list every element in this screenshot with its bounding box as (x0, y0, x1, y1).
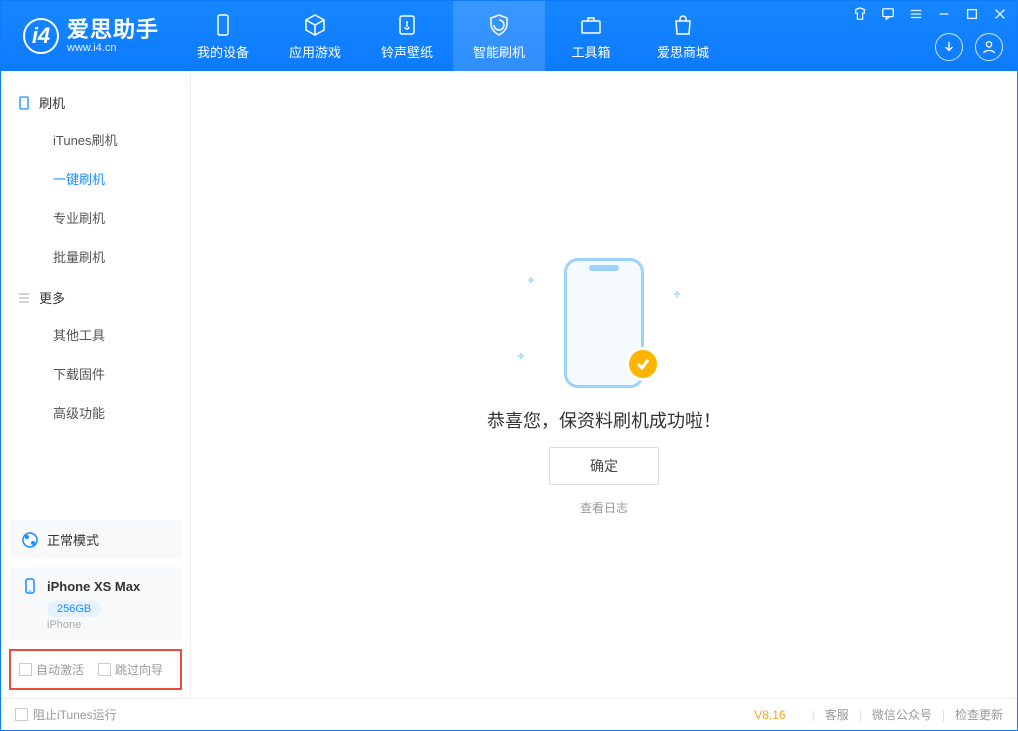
menu-icon[interactable] (907, 5, 925, 23)
device-type: iPhone (47, 619, 170, 631)
options-highlighted: 自动激活 跳过向导 (9, 649, 182, 690)
checkbox-icon (15, 708, 28, 721)
sidebar-item-download-firmware[interactable]: 下载固件 (1, 354, 190, 393)
check-update-link[interactable]: 检查更新 (955, 706, 1003, 723)
mode-card[interactable]: 正常模式 (9, 520, 182, 559)
shield-icon (486, 12, 512, 38)
device-name: iPhone XS Max (47, 579, 140, 594)
ok-button[interactable]: 确定 (549, 447, 659, 485)
tab-label: 爱思商城 (657, 42, 709, 61)
sidebar-bottom: 正常模式 iPhone XS Max 256GB iPhone 自动激活 (1, 512, 190, 698)
tab-toolbox[interactable]: 工具箱 (545, 1, 637, 71)
mode-icon (21, 531, 39, 549)
success-illustration (514, 253, 694, 393)
sidebar: 刷机 iTunes刷机 一键刷机 专业刷机 批量刷机 更多 其他工具 下载固件 … (1, 71, 191, 698)
device-card[interactable]: iPhone XS Max 256GB iPhone (9, 567, 182, 641)
sidebar-section-label: 更多 (39, 288, 65, 307)
cube-icon (302, 12, 328, 38)
app-name: 爱思助手 (67, 18, 159, 42)
check-skip-guide[interactable]: 跳过向导 (98, 661, 163, 678)
titlebar: i4 爱思助手 www.i4.cn 我的设备 应用游戏 铃声壁纸 智能刷机 (1, 1, 1017, 71)
success-check-icon (626, 347, 660, 381)
main-tabs: 我的设备 应用游戏 铃声壁纸 智能刷机 工具箱 爱思商城 (177, 1, 729, 71)
sidebar-item-oneclick-flash[interactable]: 一键刷机 (1, 159, 190, 198)
wechat-link[interactable]: 微信公众号 (872, 706, 932, 723)
user-icon[interactable] (975, 33, 1003, 61)
tab-ringtone[interactable]: 铃声壁纸 (361, 1, 453, 71)
skin-icon[interactable] (851, 5, 869, 23)
sparkle-icon (518, 353, 524, 359)
sidebar-section-label: 刷机 (39, 93, 65, 112)
tab-label: 应用游戏 (289, 42, 341, 61)
phone-icon (210, 12, 236, 38)
tab-my-device[interactable]: 我的设备 (177, 1, 269, 71)
bag-icon (670, 12, 696, 38)
check-block-itunes[interactable]: 阻止iTunes运行 (15, 706, 117, 723)
tab-flash[interactable]: 智能刷机 (453, 1, 545, 71)
check-auto-activate[interactable]: 自动激活 (19, 661, 84, 678)
briefcase-icon (578, 12, 604, 38)
tab-store[interactable]: 爱思商城 (637, 1, 729, 71)
maximize-icon[interactable] (963, 5, 981, 23)
logo: i4 爱思助手 www.i4.cn (1, 18, 177, 54)
sidebar-item-itunes-flash[interactable]: iTunes刷机 (1, 120, 190, 159)
feedback-icon[interactable] (879, 5, 897, 23)
mode-label: 正常模式 (47, 530, 99, 549)
tab-label: 智能刷机 (473, 42, 525, 61)
check-label: 跳过向导 (115, 661, 163, 678)
success-message: 恭喜您，保资料刷机成功啦！ (487, 407, 721, 433)
version-label: V8.16 (754, 708, 785, 722)
tab-label: 我的设备 (197, 42, 249, 61)
minimize-icon[interactable] (935, 5, 953, 23)
app-window: i4 爱思助手 www.i4.cn 我的设备 应用游戏 铃声壁纸 智能刷机 (0, 0, 1018, 731)
sidebar-section-flash: 刷机 (1, 81, 190, 120)
main-content: 恭喜您，保资料刷机成功啦！ 确定 查看日志 (191, 71, 1017, 698)
footer: 阻止iTunes运行 V8.16 | 客服 | 微信公众号 | 检查更新 (1, 698, 1017, 730)
device-icon (21, 577, 39, 595)
view-log-link[interactable]: 查看日志 (580, 499, 628, 516)
sidebar-item-other-tools[interactable]: 其他工具 (1, 315, 190, 354)
sparkle-icon (528, 277, 534, 283)
check-label: 自动激活 (36, 661, 84, 678)
app-url: www.i4.cn (67, 42, 159, 54)
checkbox-icon (98, 663, 111, 676)
sparkle-icon (674, 291, 680, 297)
sidebar-item-advanced[interactable]: 高级功能 (1, 393, 190, 432)
tab-apps[interactable]: 应用游戏 (269, 1, 361, 71)
logo-icon: i4 (23, 18, 59, 54)
tab-label: 工具箱 (572, 42, 611, 61)
sidebar-section-more: 更多 (1, 276, 190, 315)
tab-label: 铃声壁纸 (381, 42, 433, 61)
sidebar-item-pro-flash[interactable]: 专业刷机 (1, 198, 190, 237)
download-icon[interactable] (935, 33, 963, 61)
storage-badge: 256GB (47, 601, 101, 617)
sidebar-item-batch-flash[interactable]: 批量刷机 (1, 237, 190, 276)
close-icon[interactable] (991, 5, 1009, 23)
header-right-icons (935, 33, 1003, 61)
list-icon (17, 291, 31, 305)
check-label: 阻止iTunes运行 (33, 706, 117, 723)
body: 刷机 iTunes刷机 一键刷机 专业刷机 批量刷机 更多 其他工具 下载固件 … (1, 71, 1017, 698)
checkbox-icon (19, 663, 32, 676)
device-icon (17, 96, 31, 110)
window-controls (851, 5, 1009, 23)
support-link[interactable]: 客服 (825, 706, 849, 723)
music-icon (394, 12, 420, 38)
